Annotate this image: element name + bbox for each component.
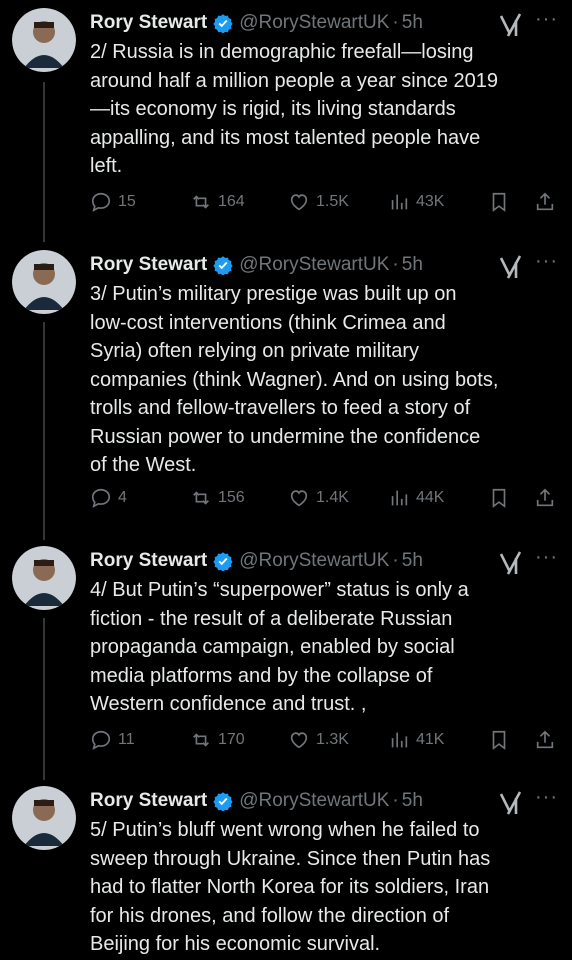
more-options-icon[interactable]: ··· (535, 8, 558, 31)
repost-button[interactable]: 170 (190, 724, 245, 756)
views-icon (391, 490, 408, 506)
repost-icon (193, 491, 209, 505)
author-name[interactable]: Rory Stewart (90, 254, 207, 276)
repost-button[interactable]: 156 (190, 482, 245, 514)
verified-badge-icon (213, 13, 233, 33)
separator-dot: · (392, 254, 399, 275)
avatar[interactable] (12, 8, 76, 72)
reply-count: 11 (118, 731, 135, 748)
bookmark-icon (492, 488, 506, 508)
timestamp[interactable]: 5h (402, 12, 423, 34)
grok-icon[interactable] (498, 790, 524, 816)
separator-dot: · (392, 550, 399, 571)
tweet-text: 4/ But Putin’s “superpower” status is on… (90, 579, 469, 715)
more-options-icon[interactable]: ··· (535, 546, 558, 569)
tweet-header: Rory Stewart @RoryStewartUK · 5h (90, 786, 562, 816)
grok-icon[interactable] (498, 12, 524, 38)
views-button[interactable]: 44K (388, 482, 444, 514)
bookmark-button[interactable] (488, 186, 510, 218)
verified-badge-icon (213, 255, 233, 275)
reply-button[interactable]: 4 (90, 482, 127, 514)
separator-dot: · (392, 790, 399, 811)
like-count: 1.4K (316, 489, 349, 506)
bookmark-button[interactable] (488, 724, 510, 756)
like-count: 1.3K (316, 731, 349, 748)
views-count: 44K (416, 489, 445, 506)
more-options-icon[interactable]: ··· (535, 786, 558, 809)
tweet-actions: 15 164 1.5K 43K (90, 186, 560, 218)
views-icon (391, 194, 408, 210)
tweet-actions: 4 156 1.4K 44K (90, 482, 560, 514)
heart-icon (290, 490, 308, 507)
tweet[interactable]: Rory Stewart @RoryStewartUK · 5h ··· 3/ … (0, 250, 572, 530)
grok-icon[interactable] (498, 254, 524, 280)
tweet[interactable]: Rory Stewart @RoryStewartUK · 5h ··· 2/ … (0, 8, 572, 228)
author-name[interactable]: Rory Stewart (90, 550, 207, 572)
like-count: 1.5K (316, 193, 349, 210)
views-icon (391, 732, 408, 748)
more-options-icon[interactable]: ··· (535, 250, 558, 273)
share-icon (536, 730, 554, 749)
separator-dot: · (392, 12, 399, 33)
tweet-header: Rory Stewart @RoryStewartUK · 5h (90, 250, 562, 280)
tweet-text: 2/ Russia is in demographic freefall—los… (90, 41, 499, 177)
repost-button[interactable]: 164 (190, 186, 245, 218)
author-handle[interactable]: @RoryStewartUK (239, 254, 389, 276)
avatar[interactable] (12, 786, 76, 850)
heart-icon (290, 732, 308, 749)
reply-count: 4 (118, 489, 127, 506)
share-button[interactable] (534, 482, 556, 514)
grok-icon[interactable] (498, 550, 524, 576)
author-handle[interactable]: @RoryStewartUK (239, 790, 389, 812)
reply-icon (91, 488, 111, 508)
views-count: 43K (416, 193, 445, 210)
repost-count: 164 (218, 193, 245, 210)
repost-count: 170 (218, 731, 245, 748)
share-button[interactable] (534, 724, 556, 756)
bookmark-button[interactable] (488, 482, 510, 514)
reply-count: 15 (118, 193, 136, 210)
tweet-text: 5/ Putin’s bluff went wrong when he fail… (90, 819, 491, 955)
author-handle[interactable]: @RoryStewartUK (239, 12, 389, 34)
timestamp[interactable]: 5h (402, 550, 423, 572)
tweet-text: 3/ Putin’s military prestige was built u… (90, 283, 499, 476)
repost-icon (193, 733, 209, 747)
share-button[interactable] (534, 186, 556, 218)
author-name[interactable]: Rory Stewart (90, 12, 207, 34)
repost-count: 156 (218, 489, 245, 506)
author-handle[interactable]: @RoryStewartUK (239, 550, 389, 572)
share-icon (536, 192, 554, 211)
share-icon (536, 488, 554, 507)
like-button[interactable]: 1.4K (288, 482, 349, 514)
like-button[interactable]: 1.5K (288, 186, 349, 218)
bookmark-icon (492, 192, 506, 212)
bookmark-icon (492, 730, 506, 750)
tweet-header: Rory Stewart @RoryStewartUK · 5h (90, 546, 562, 576)
tweet[interactable]: Rory Stewart @RoryStewartUK · 5h ··· 4/ … (0, 546, 572, 766)
heart-icon (290, 194, 308, 211)
verified-badge-icon (213, 791, 233, 811)
reply-button[interactable]: 11 (90, 724, 135, 756)
reply-button[interactable]: 15 (90, 186, 136, 218)
views-button[interactable]: 41K (388, 724, 444, 756)
views-count: 41K (416, 731, 445, 748)
tweet-actions: 11 170 1.3K 41K (90, 724, 560, 756)
avatar[interactable] (12, 546, 76, 610)
views-button[interactable]: 43K (388, 186, 444, 218)
repost-icon (193, 195, 209, 209)
timestamp[interactable]: 5h (402, 790, 423, 812)
like-button[interactable]: 1.3K (288, 724, 349, 756)
tweet-header: Rory Stewart @RoryStewartUK · 5h (90, 8, 562, 38)
author-name[interactable]: Rory Stewart (90, 790, 207, 812)
verified-badge-icon (213, 551, 233, 571)
reply-icon (91, 192, 111, 212)
tweet[interactable]: Rory Stewart @RoryStewartUK · 5h ··· 5/ … (0, 786, 572, 960)
reply-icon (91, 730, 111, 750)
avatar[interactable] (12, 250, 76, 314)
timestamp[interactable]: 5h (402, 254, 423, 276)
